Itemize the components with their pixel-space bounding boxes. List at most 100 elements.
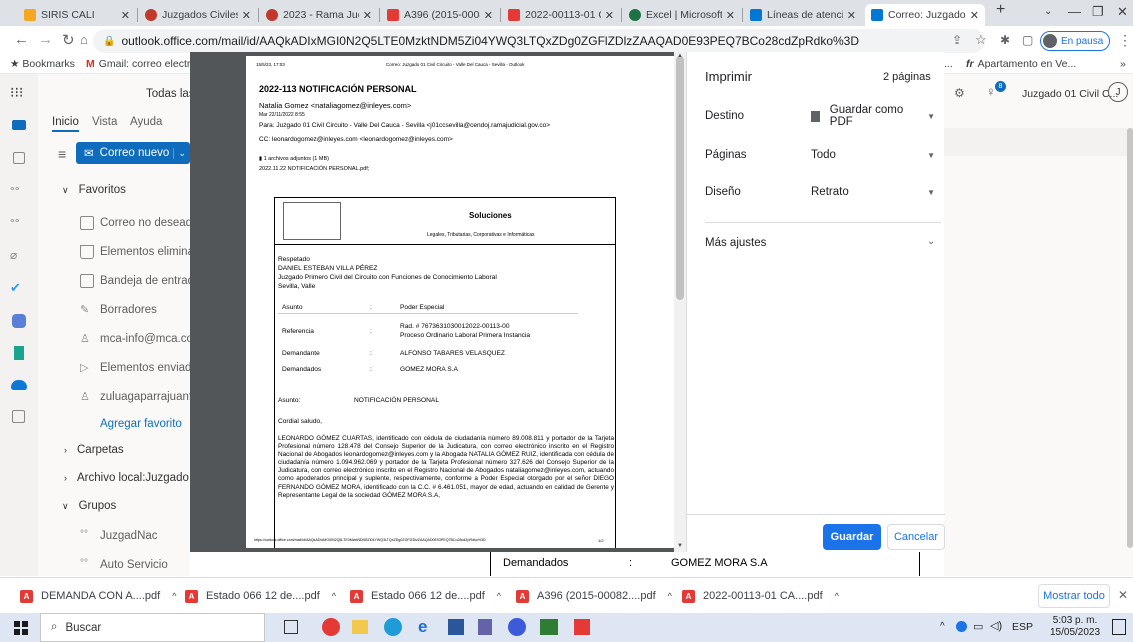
tab-siris[interactable]: SIRIS CALI ✕ — [18, 4, 136, 26]
download-item[interactable]: A 2022-00113-01 CA....pdf ^ — [682, 586, 839, 606]
save-button[interactable]: Guardar — [823, 524, 881, 550]
paginas-select[interactable]: Todo ▼ — [805, 143, 941, 167]
tab-juzgados[interactable]: Juzgados Civiles de✕ — [139, 4, 257, 26]
more-settings-toggle[interactable]: Más ajustes — [705, 237, 766, 249]
chevron-up-icon[interactable]: ^ — [172, 591, 176, 601]
chevron-down-icon[interactable]: ⌄ — [173, 147, 190, 159]
chevron-down-icon[interactable]: ⌄ — [927, 236, 935, 247]
tab-search-chevron-icon[interactable]: ⌄ — [1044, 6, 1052, 17]
word-icon[interactable] — [448, 619, 464, 635]
add-favorite-link[interactable]: Agregar favorito — [100, 418, 182, 430]
diseno-select[interactable]: Retrato ▼ — [805, 180, 941, 204]
bookmarks-menu[interactable]: ★ Bookmarks — [10, 58, 75, 70]
home-icon[interactable]: ⌂ — [80, 32, 88, 47]
scroll-up-icon[interactable]: ▲ — [677, 53, 683, 59]
new-mail-button[interactable]: ✉ Correo nuevo ⌄ — [76, 142, 190, 164]
internet-explorer-icon[interactable]: e — [418, 617, 427, 637]
tab-excel[interactable]: Excel | Microsoft 3✕ — [623, 4, 741, 26]
close-tab-icon[interactable]: ✕ — [121, 9, 130, 22]
folder-sent[interactable]: ▷ Elementos enviados — [80, 361, 204, 375]
teams-icon[interactable] — [12, 314, 26, 328]
close-window-icon[interactable]: ✕ — [1117, 4, 1128, 20]
folder-inbox[interactable]: Bandeja de entrada — [80, 274, 200, 288]
attachment-icon[interactable]: ⌀ — [10, 248, 28, 266]
language-indicator[interactable]: ESP — [1012, 621, 1033, 633]
share-icon[interactable]: ⇪ — [952, 33, 962, 47]
archivo-local-header[interactable]: › Archivo local:Juzgado 01 — [64, 472, 205, 484]
close-icon[interactable]: ✕ — [1118, 588, 1128, 602]
more-bookmarks-icon[interactable]: » — [1120, 58, 1126, 70]
chevron-up-icon[interactable]: ^ — [497, 591, 501, 601]
address-bar[interactable]: 🔒 outlook.office.com/mail/id/AAQkADIxMGI… — [93, 29, 985, 53]
groups-icon[interactable]: °° — [10, 216, 28, 234]
bookmark-gmail[interactable]: M Gmail: correo electr... — [86, 58, 199, 70]
scroll-down-icon[interactable]: ▼ — [677, 543, 683, 549]
reload-icon[interactable]: ↻ — [62, 31, 75, 49]
folder-zuluaga[interactable]: ♙ zuluagaparrajuanfeli — [80, 390, 204, 404]
download-item[interactable]: A Estado 066 12 de....pdf ^ — [185, 586, 336, 606]
folder-drafts[interactable]: ✎ Borradores — [80, 303, 157, 317]
bookmark-truncated[interactable]: ... — [944, 58, 953, 70]
edge-icon[interactable] — [384, 618, 402, 636]
tab-a396-pdf[interactable]: A396 (2015-00082✕ — [381, 4, 499, 26]
close-tab-icon[interactable]: ✕ — [363, 9, 372, 22]
minimize-icon[interactable]: — — [1068, 4, 1081, 19]
bookmark-apartamento[interactable]: fr Apartamento en Ve... — [966, 58, 1076, 70]
tray-app-icon[interactable] — [956, 621, 967, 632]
show-all-button[interactable]: Mostrar todo — [1038, 584, 1110, 608]
chevron-up-icon[interactable]: ^ — [668, 591, 672, 601]
network-icon[interactable]: ▭ — [973, 620, 983, 633]
carpetas-header[interactable]: › Carpetas — [64, 444, 124, 456]
volume-icon[interactable]: ◁) — [990, 619, 1002, 632]
extensions-icon[interactable]: ✱ — [1000, 33, 1010, 47]
people-icon[interactable]: °° — [10, 184, 28, 202]
close-tab-icon[interactable]: ✕ — [970, 9, 979, 22]
onedrive-icon[interactable] — [11, 380, 27, 390]
tab-correo-outlook[interactable]: Correo: Juzgado 01✕ — [865, 4, 985, 26]
folder-junk[interactable]: Correo no deseado — [80, 216, 198, 230]
group-auto-servicio[interactable]: °° Auto Servicio — [80, 558, 168, 572]
download-item[interactable]: A DEMANDA CON A....pdf ^ — [20, 586, 176, 606]
menu-dots-icon[interactable]: ⋮ — [1118, 32, 1132, 49]
back-icon[interactable]: ← — [14, 31, 29, 48]
hamburger-icon[interactable]: ≡ — [58, 146, 66, 162]
side-panel-icon[interactable]: ▢ — [1022, 33, 1033, 47]
chevron-up-icon[interactable]: ^ — [835, 591, 839, 601]
new-tab-icon[interactable]: + — [996, 1, 1005, 19]
cancel-button[interactable]: Cancelar — [887, 524, 945, 550]
chrome-icon[interactable] — [322, 618, 340, 636]
close-tab-icon[interactable]: ✕ — [484, 9, 493, 22]
close-tab-icon[interactable]: ✕ — [242, 9, 251, 22]
profile-button[interactable]: En pausa — [1040, 31, 1111, 51]
bookings-icon[interactable] — [14, 346, 24, 360]
mail-icon[interactable] — [12, 120, 26, 130]
maximize-icon[interactable]: ❐ — [1092, 4, 1104, 20]
grupos-header[interactable]: ∨ Grupos — [62, 500, 116, 512]
favoritos-header[interactable]: ∨ Favoritos — [62, 184, 126, 196]
tray-chevron-icon[interactable]: ^ — [940, 621, 945, 632]
clock[interactable]: 5:03 p. m. 15/05/2023 — [1050, 615, 1100, 639]
close-tab-icon[interactable]: ✕ — [847, 9, 856, 22]
tab-ayuda[interactable]: Ayuda — [130, 116, 162, 128]
app-icon[interactable] — [508, 618, 526, 636]
app-launcher-icon[interactable]: ⁝⁝⁝ — [10, 84, 28, 102]
star-icon[interactable]: ☆ — [975, 32, 987, 48]
folder-deleted[interactable]: Elementos eliminado — [80, 245, 207, 259]
folder-mca[interactable]: ♙ mca-info@mca.com. — [80, 332, 206, 346]
windows-start-icon[interactable] — [14, 621, 28, 635]
todo-check-icon[interactable]: ✔ — [10, 280, 28, 298]
scrollbar[interactable] — [1127, 128, 1133, 548]
settings-gear-icon[interactable]: ⚙ — [954, 86, 965, 100]
close-tab-icon[interactable]: ✕ — [726, 9, 735, 22]
calendar-icon[interactable] — [13, 152, 25, 164]
taskbar-search[interactable]: ⌕ Buscar — [40, 613, 265, 642]
download-item[interactable]: A A396 (2015-00082....pdf ^ — [516, 586, 672, 606]
app-icon[interactable] — [478, 619, 492, 635]
destino-select[interactable]: Guardar como PDF ▼ — [805, 104, 941, 128]
account-name[interactable]: Juzgado 01 Civil C... — [1022, 88, 1118, 100]
app-icon[interactable] — [540, 619, 558, 635]
tab-inicio[interactable]: Inicio — [52, 116, 79, 132]
tab-rama-judicial[interactable]: 2023 - Rama Judic✕ — [260, 4, 378, 26]
pdf-reader-icon[interactable] — [574, 619, 590, 635]
file-explorer-icon[interactable] — [352, 620, 368, 634]
